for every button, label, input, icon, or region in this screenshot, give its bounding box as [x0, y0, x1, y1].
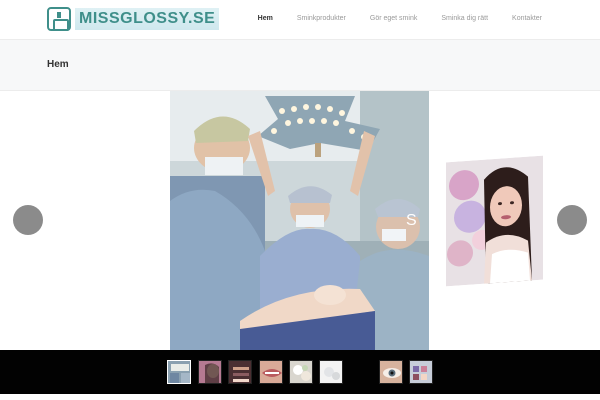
previous-slide-button[interactable]: [13, 205, 43, 235]
page-title-bar: Hem: [0, 40, 600, 91]
flowers-thumb-icon: [290, 361, 312, 383]
thumbnail-6[interactable]: [319, 360, 343, 384]
thumbnail-5[interactable]: [289, 360, 313, 384]
thumbnail-4[interactable]: [259, 360, 283, 384]
nav-item-kontakter[interactable]: Kontakter: [512, 15, 542, 22]
thumbnail-strip: [0, 350, 600, 394]
nav-item-sminka-dig-ratt[interactable]: Sminka dig rätt: [441, 15, 488, 22]
woman-face-thumb-icon: [199, 361, 221, 383]
palette-thumb-icon: [410, 361, 432, 383]
main-nav: Hem Sminkprodukter Gör eget smink Sminka…: [234, 15, 542, 22]
logo-icon: [47, 7, 71, 31]
svg-text:S: S: [406, 212, 417, 229]
site-logo[interactable]: MISSGLOSSY.SE: [47, 6, 220, 32]
page-title: Hem: [47, 59, 69, 70]
side-slide[interactable]: [446, 155, 543, 287]
site-header: MISSGLOSSY.SE Hem Sminkprodukter Gör ege…: [0, 0, 600, 40]
thumbnail-2[interactable]: [198, 360, 222, 384]
thumbnail-8[interactable]: [409, 360, 433, 384]
thumbnail-1[interactable]: [167, 360, 191, 384]
thumbnail-3[interactable]: [228, 360, 252, 384]
makeup-brushes-thumb-icon: [229, 361, 251, 383]
eye-thumb-icon: [380, 361, 402, 383]
nav-item-hem[interactable]: Hem: [258, 15, 273, 22]
surgery-thumb-icon: [168, 361, 190, 383]
lips-thumb-icon: [260, 361, 282, 383]
thumbnail-7[interactable]: [379, 360, 403, 384]
page-footer-edge: [0, 394, 600, 400]
white-thumb-icon: [320, 361, 342, 383]
nav-item-gor-eget-smink[interactable]: Gör eget smink: [370, 15, 417, 22]
next-slide-button[interactable]: [557, 205, 587, 235]
image-slider: S: [0, 91, 600, 350]
logo-text: MISSGLOSSY.SE: [75, 8, 220, 30]
nav-item-sminkprodukter[interactable]: Sminkprodukter: [297, 15, 346, 22]
woman-portrait-photo: [446, 155, 543, 287]
main-slide[interactable]: S: [170, 91, 429, 350]
surgery-scene-photo: S: [170, 91, 429, 350]
